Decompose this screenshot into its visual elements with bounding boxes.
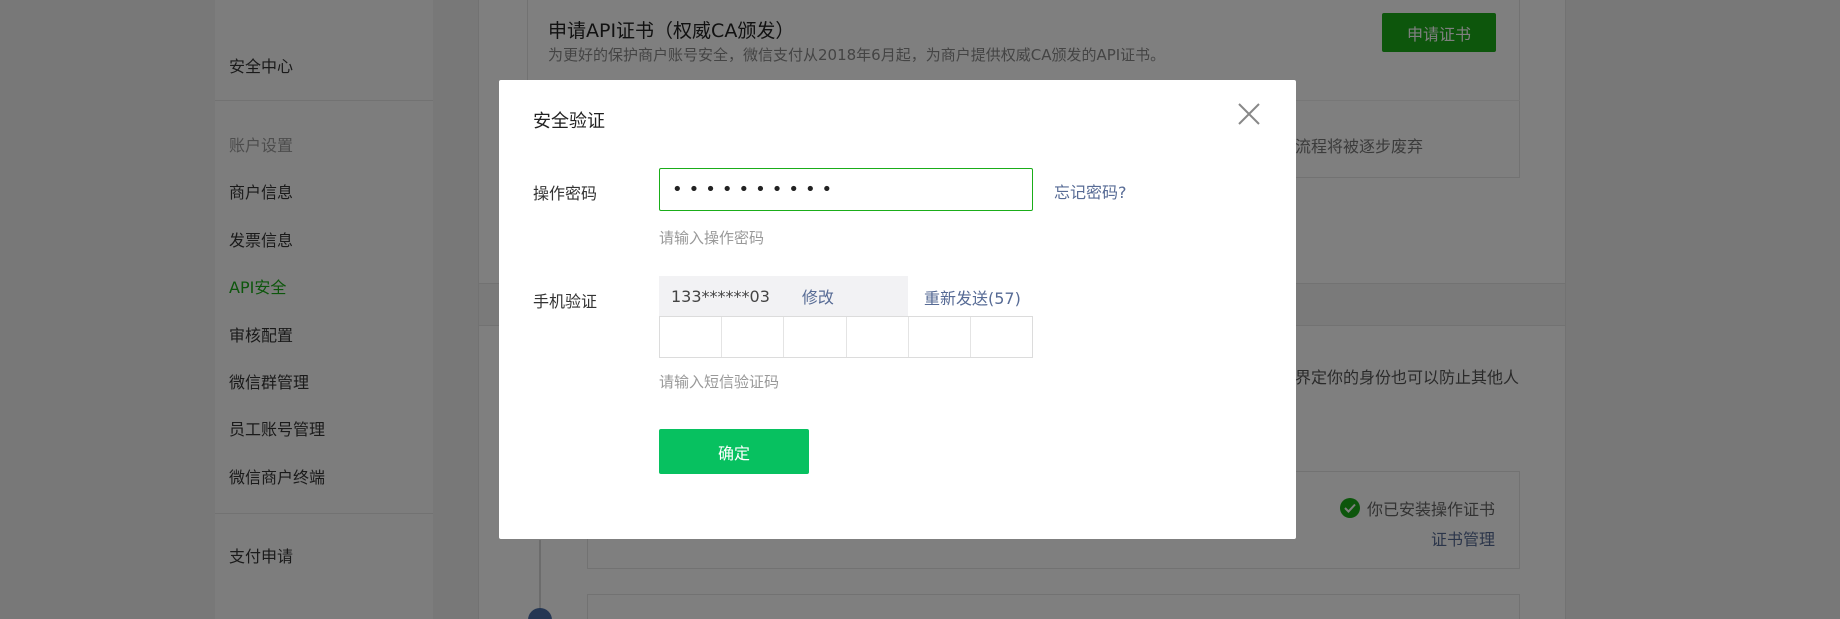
phone-display: 133******03 修改 [659,276,908,316]
edit-phone-link[interactable]: 修改 [802,284,834,308]
code-digit-cell[interactable] [784,317,847,357]
close-button[interactable] [1235,100,1263,128]
code-digit-cell[interactable] [660,317,723,357]
close-icon [1238,103,1260,125]
phone-number: 133******03 [671,286,770,306]
code-digit-cell[interactable] [722,317,785,357]
password-input[interactable] [659,168,1033,211]
phone-label: 手机验证 [533,292,598,311]
security-verification-dialog: 安全验证 操作密码 忘记密码? 请输入操作密码 手机验证 133******03… [499,80,1296,539]
sms-code-hint: 请输入短信验证码 [659,373,780,391]
code-digit-cell[interactable] [847,317,909,357]
resend-code-link[interactable]: 重新发送(57) [924,285,1021,309]
forgot-password-link[interactable]: 忘记密码? [1054,179,1127,203]
confirm-button[interactable]: 确定 [659,429,809,474]
password-hint: 请输入操作密码 [659,229,765,247]
sms-code-input[interactable] [659,316,1033,358]
dialog-title: 安全验证 [533,111,605,132]
code-digit-cell[interactable] [971,317,1032,357]
password-label: 操作密码 [533,184,598,203]
code-digit-cell[interactable] [909,317,971,357]
